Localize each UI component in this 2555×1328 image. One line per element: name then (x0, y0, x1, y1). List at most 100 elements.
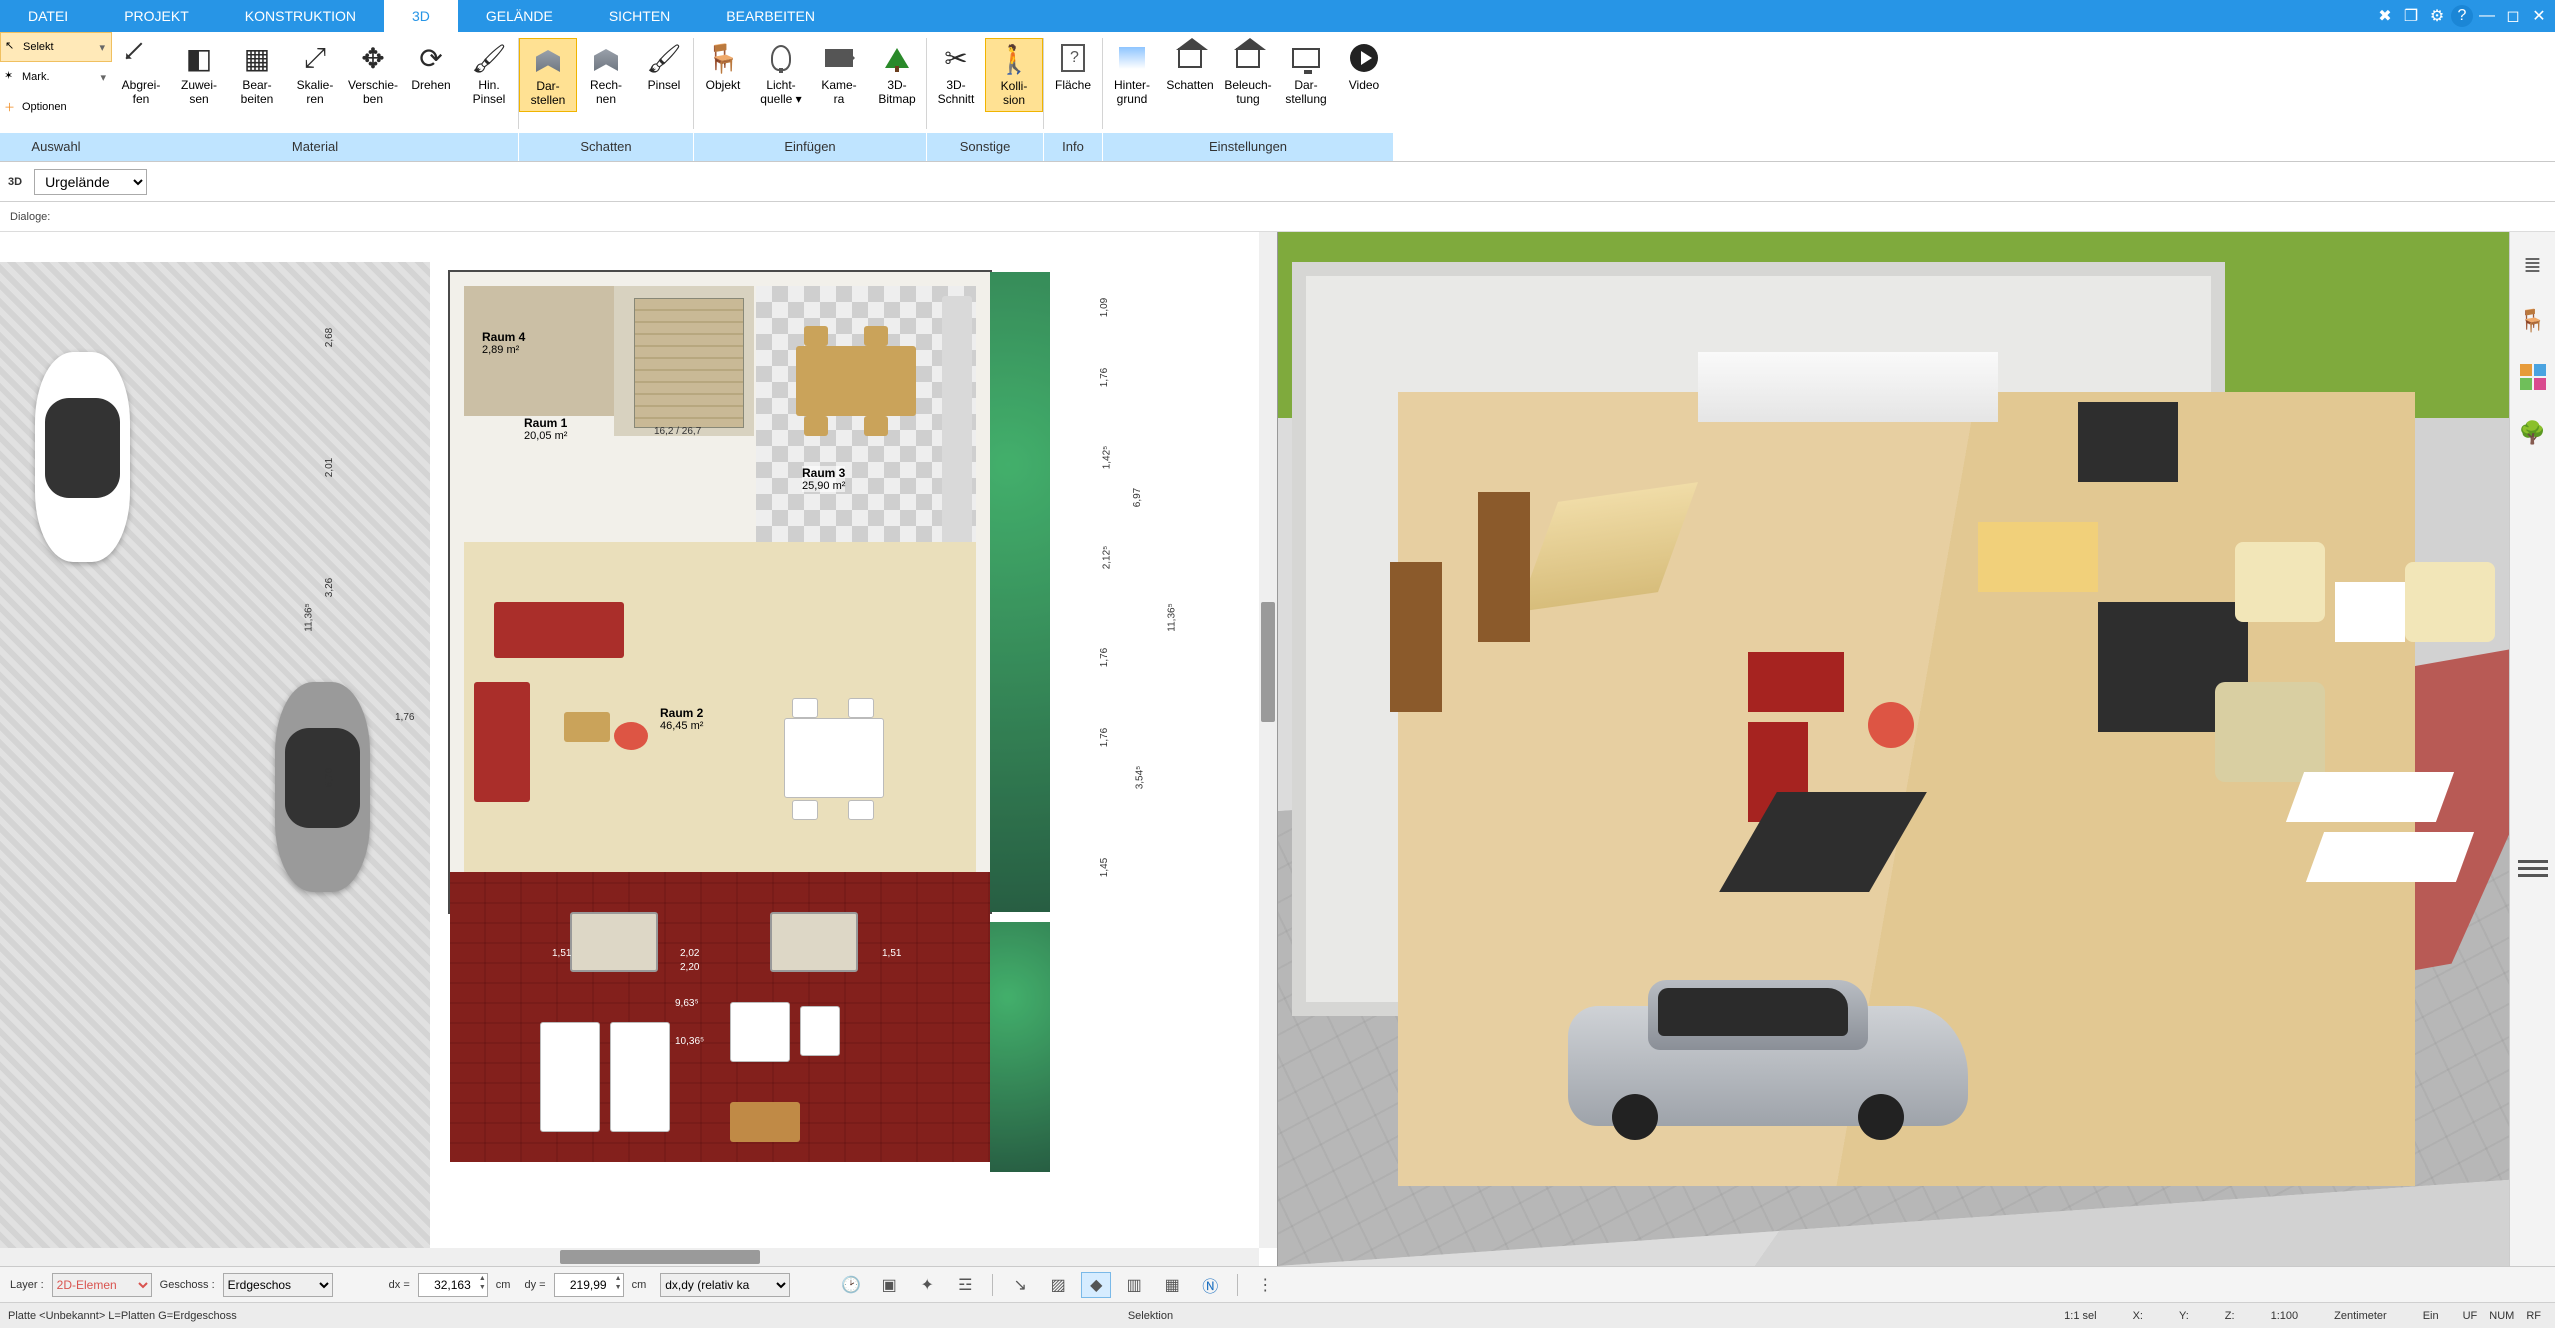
close-icon[interactable]: ✕ (2527, 4, 2551, 28)
more-icon[interactable]: ⋮ (1250, 1272, 1280, 1298)
materials-icon[interactable] (2518, 362, 2548, 392)
dim-r4: 1,76 (1099, 648, 1110, 667)
scrollbar-horizontal[interactable] (0, 1248, 1259, 1266)
view-3d[interactable]: ≣ 🪑 🌳 (1278, 232, 2555, 1266)
help-icon[interactable]: ? (2451, 5, 2473, 27)
tools-icon[interactable]: ✖ (2373, 4, 2397, 28)
btn-skalieren[interactable]: ⤢Skalie- ren (286, 38, 344, 110)
menu-tab-sichten[interactable]: SICHTEN (581, 0, 698, 32)
btn-verschieben[interactable]: ✥Verschie- ben (344, 38, 402, 110)
house-outline: Raum 4 2,89 m² Raum 1 20,05 m² 16,2 / 26… (450, 272, 990, 912)
furniture-icon[interactable]: 🪑 (2518, 306, 2548, 336)
dy-unit: cm (632, 1279, 647, 1291)
play-icon (1350, 44, 1378, 72)
chair (848, 698, 874, 718)
collision-icon: 🚶 (994, 39, 1034, 79)
btn-flaeche[interactable]: Fläche (1044, 38, 1102, 96)
menu-tab-3d[interactable]: 3D (384, 0, 458, 32)
btn-hintergrund[interactable]: Hinter- grund (1103, 38, 1161, 110)
ribbon-group-material: Abgrei- fen ◧Zuwei- sen ▦Bear- beiten ⤢S… (112, 32, 518, 161)
status-selektion: Selektion (1110, 1310, 1191, 1322)
ribbon-group-info: Fläche Info (1044, 32, 1102, 161)
btn-pinsel[interactable]: 🖌Pinsel (635, 38, 693, 96)
btn-abgreifen[interactable]: Abgrei- fen (112, 38, 170, 110)
btn-beleuchtung[interactable]: Beleuch- tung (1219, 38, 1277, 110)
chair (864, 416, 888, 436)
dy-input[interactable] (554, 1273, 624, 1297)
grid-icon[interactable]: ▦ (1157, 1272, 1187, 1298)
menu-tab-konstruktion[interactable]: KONSTRUKTION (217, 0, 384, 32)
dim-right-h: 6,97 (1132, 488, 1143, 507)
menu-tab-projekt[interactable]: PROJEKT (96, 0, 217, 32)
terrain-select[interactable]: Urgelände (34, 169, 147, 195)
door-1 (1478, 492, 1530, 642)
status-bar: Platte <Unbekannt> L=Platten G=Erdgescho… (0, 1302, 2555, 1328)
render-icon[interactable]: ✦ (912, 1272, 942, 1298)
ribbon-group-einfuegen: 🪑Objekt Licht- quelle ▾ Kame- ra 3D- Bit… (694, 32, 926, 161)
layers2-icon[interactable]: ☲ (950, 1272, 980, 1298)
main-menu-bar: DATEI PROJEKT KONSTRUKTION 3D GELÄNDE SI… (0, 0, 2555, 32)
patio-table-3d (2335, 582, 2405, 642)
btn-darstellen[interactable]: Dar- stellen (519, 38, 577, 112)
coord-mode-select[interactable]: dx,dy (relativ ka (660, 1273, 790, 1297)
scroll-thumb-v[interactable] (1261, 602, 1275, 722)
group-label-einfuegen: Einfügen (694, 133, 926, 161)
geschoss-select[interactable]: Erdgeschos (223, 1273, 333, 1297)
scrollbar-vertical[interactable] (1259, 232, 1277, 1248)
btn-schatten2[interactable]: Schatten (1161, 38, 1219, 96)
history-icon[interactable]: 🕑 (836, 1272, 866, 1298)
dim-left-total: 11,36⁵ (304, 603, 315, 631)
dim-r3: 2,12⁵ (1101, 546, 1112, 570)
btn-3d-bitmap[interactable]: 3D- Bitmap (868, 38, 926, 110)
coffee-table (564, 712, 610, 742)
minimize-icon[interactable]: — (2475, 4, 2499, 28)
scroll-thumb-h[interactable] (560, 1250, 760, 1264)
menu-tab-datei[interactable]: DATEI (0, 0, 96, 32)
layers-icon[interactable]: ≣ (2518, 250, 2548, 280)
btn-kollision[interactable]: 🚶Kolli- sion (985, 38, 1043, 112)
snap-plane-icon[interactable]: ◆ (1081, 1272, 1111, 1298)
status-uf: UF (2457, 1310, 2484, 1322)
group-label-schatten: Schatten (519, 133, 693, 161)
tree-sidebar-icon[interactable]: 🌳 (2518, 418, 2548, 448)
menu-tab-gelaende[interactable]: GELÄNDE (458, 0, 581, 32)
auswahl-optionen[interactable]: ＋ Optionen (0, 92, 112, 122)
dining-3d (1978, 522, 2098, 592)
bench (730, 1102, 800, 1142)
settings-icon[interactable]: ⚙ (2425, 4, 2449, 28)
dining-table (796, 346, 916, 416)
btn-bearbeiten[interactable]: ▦Bear- beiten (228, 38, 286, 110)
btn-hinpinsel[interactable]: 🖌Hin. Pinsel (460, 38, 518, 110)
context-bar: 3D Urgelände (0, 162, 2555, 202)
ribbon-group-einstellungen: Hinter- grund Schatten Beleuch- tung Dar… (1103, 32, 1393, 161)
status-z: Z: (2207, 1310, 2253, 1322)
btn-drehen[interactable]: ⟳Drehen (402, 38, 460, 96)
dx-unit: cm (496, 1279, 511, 1291)
btn-lichtquelle[interactable]: Licht- quelle ▾ (752, 38, 810, 110)
auswahl-selekt[interactable]: ↖ Selekt▾ (0, 32, 112, 62)
sidebar-grip[interactable] (2518, 860, 2548, 880)
dx-input[interactable] (418, 1273, 488, 1297)
origin-icon[interactable]: Ⓝ (1195, 1272, 1225, 1298)
window-icon[interactable]: ❐ (2399, 4, 2423, 28)
menu-tab-bearbeiten[interactable]: BEARBEITEN (698, 0, 843, 32)
btn-objekt[interactable]: 🪑Objekt (694, 38, 752, 96)
maximize-icon[interactable]: ◻ (2501, 4, 2525, 28)
btn-kamera[interactable]: Kame- ra (810, 38, 868, 110)
layer-select[interactable]: 2D-Elemen (52, 1273, 152, 1297)
door-2 (1390, 562, 1442, 712)
btn-rechnen[interactable]: Rech- nen (577, 38, 635, 110)
snap-endpoint-icon[interactable]: ↘ (1005, 1272, 1035, 1298)
btn-3d-schnitt[interactable]: ✂3D- Schnitt (927, 38, 985, 110)
view-2d[interactable]: 11,36⁵ 2,68 2,01 3,26 6,70 1,76 Raum 4 2… (0, 232, 1278, 1266)
auswahl-mark[interactable]: ✶ Mark.▾ (0, 62, 112, 92)
pouf-3d (1868, 702, 1914, 748)
snap-edge-icon[interactable]: ▥ (1119, 1272, 1149, 1298)
mode-label: 3D (8, 176, 22, 188)
btn-zuweisen[interactable]: ◧Zuwei- sen (170, 38, 228, 110)
snap-mid-icon[interactable]: ▨ (1043, 1272, 1073, 1298)
btn-darstellung[interactable]: Dar- stellung (1277, 38, 1335, 110)
snapshot-icon[interactable]: ▣ (874, 1272, 904, 1298)
dim-r6: 3,54⁵ (1134, 766, 1145, 790)
btn-video[interactable]: Video (1335, 38, 1393, 96)
